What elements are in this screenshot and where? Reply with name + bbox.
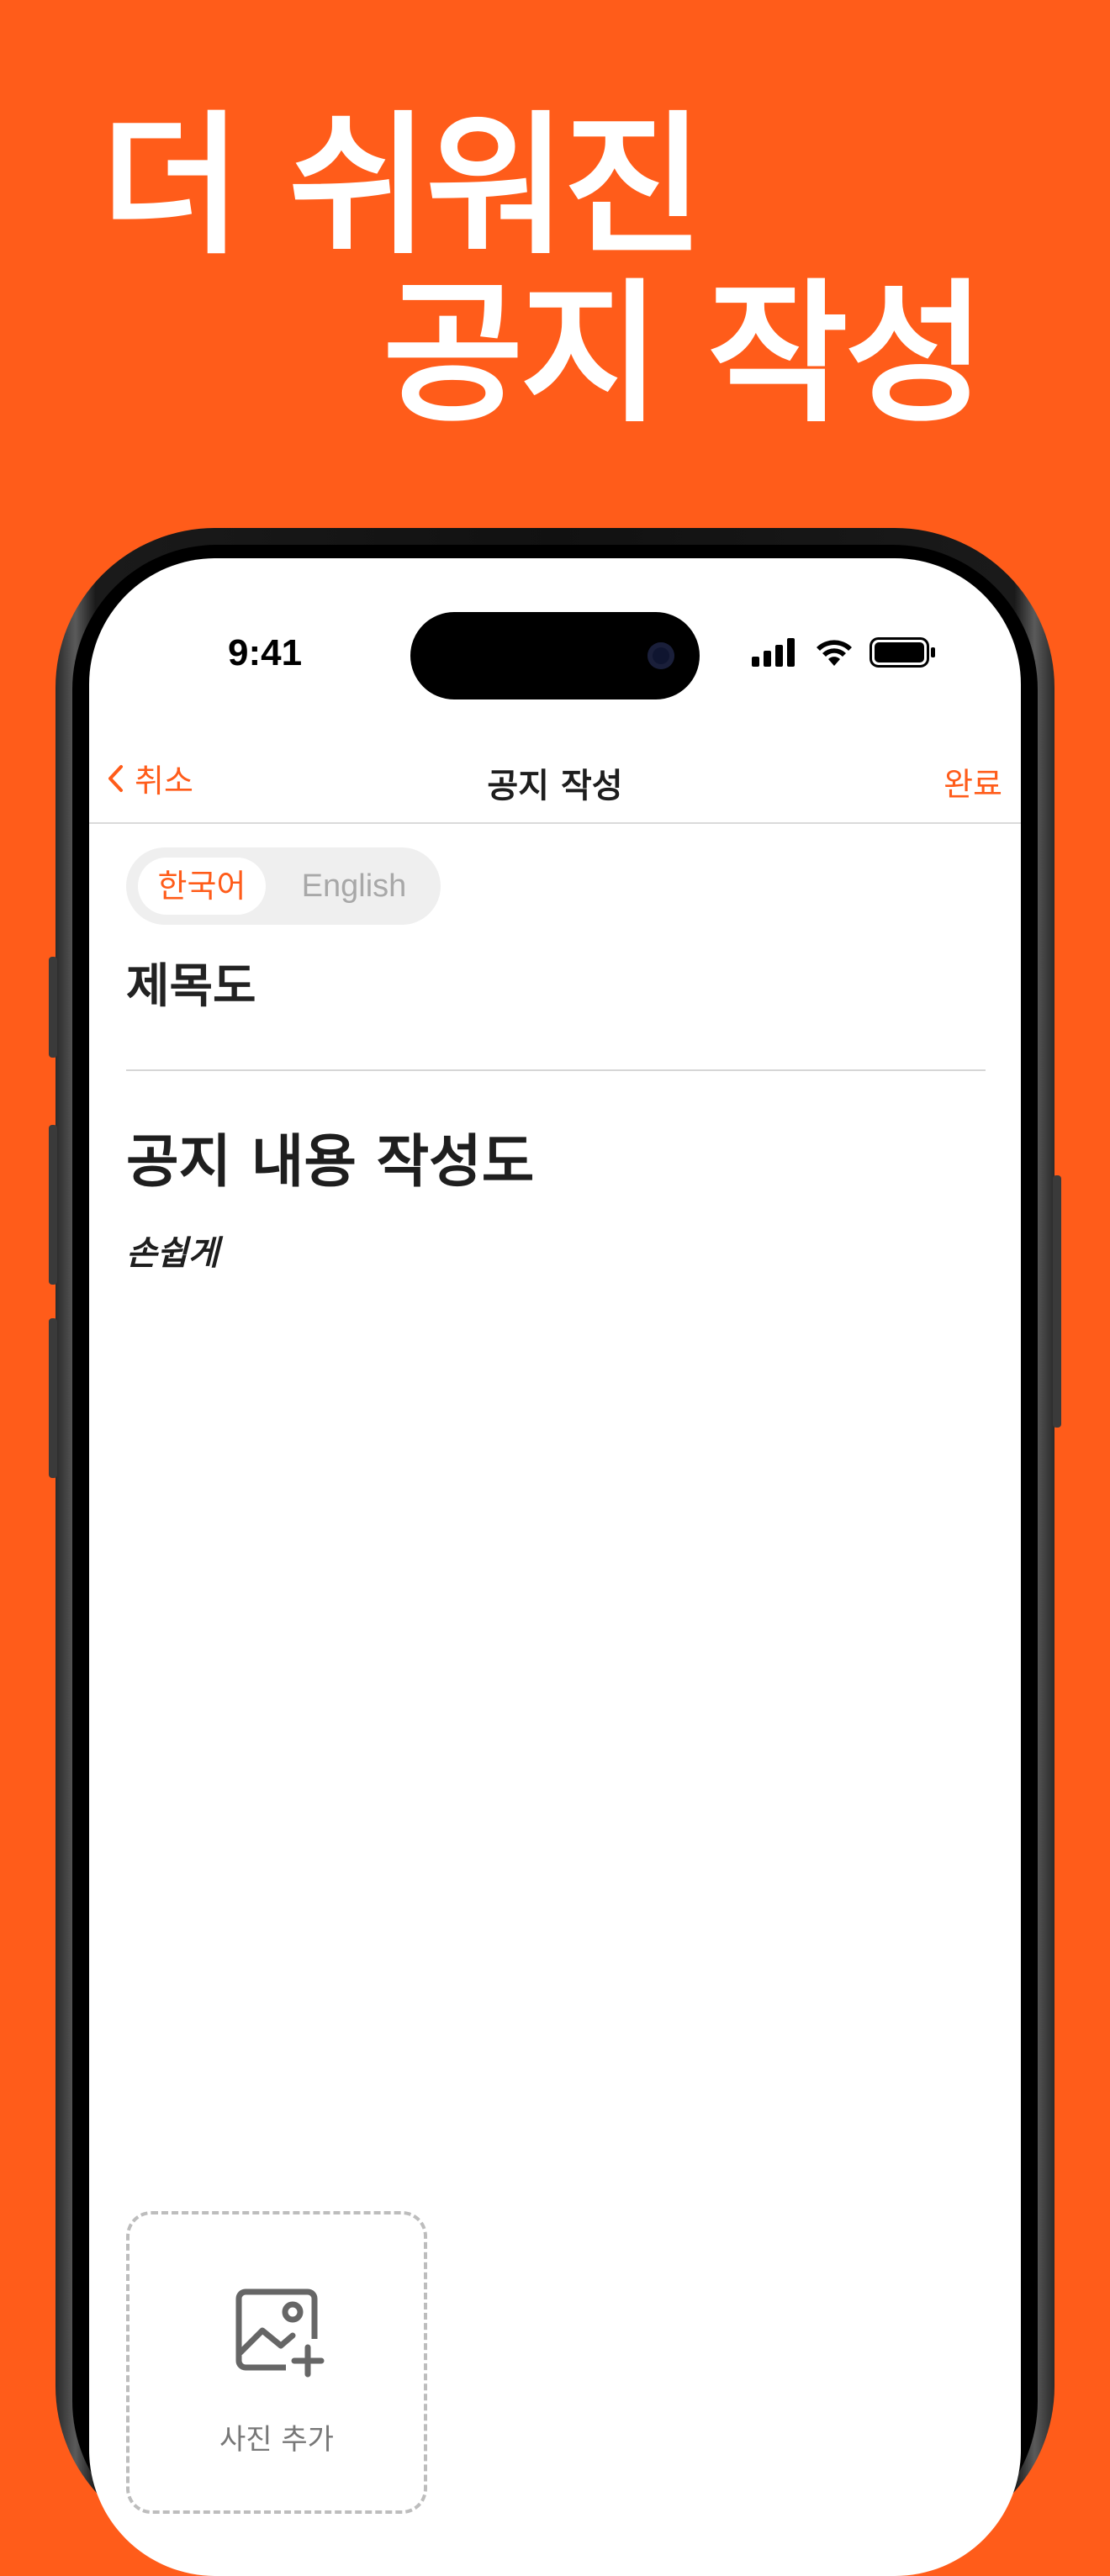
promo-headline: 더 쉬워진 공지 작성 <box>0 0 1110 471</box>
add-photo-icon <box>235 2288 325 2378</box>
action-button <box>49 957 57 1058</box>
title-field[interactable]: 제목도 <box>126 958 984 1015</box>
volume-down-button <box>49 1318 57 1478</box>
wifi-icon <box>817 640 852 666</box>
volume-up-button <box>49 1125 57 1285</box>
add-photo-button[interactable]: 사진 추가 <box>126 2211 427 2514</box>
content-editor-heading[interactable]: 공지 내용 작성도 <box>126 1128 534 1197</box>
phone-screen: 9:41 취소 공지 작성 완료 한국어 English 제목도 공지 내용 작… <box>89 558 1021 2576</box>
dynamic-island <box>410 612 700 699</box>
language-option-korean[interactable]: 한국어 <box>138 858 266 915</box>
language-toggle: 한국어 English <box>126 847 441 925</box>
content-editor-italic-text[interactable]: 손쉽게 <box>126 1226 219 1275</box>
status-time: 9:41 <box>228 632 303 673</box>
front-camera <box>648 642 674 669</box>
page-title: 공지 작성 <box>487 767 623 805</box>
done-button[interactable]: 완료 <box>944 758 1002 805</box>
add-photo-label: 사진 추가 <box>219 2423 334 2457</box>
headline-line-1: 더 쉬워진 <box>101 97 704 275</box>
power-button <box>1053 1175 1061 1428</box>
language-option-english[interactable]: English <box>274 858 434 915</box>
phone-frame: 9:41 취소 공지 작성 완료 한국어 English 제목도 공지 내용 작… <box>49 528 1061 2576</box>
title-divider <box>126 1069 986 1071</box>
cellular-signal-icon <box>752 638 795 667</box>
headline-line-2: 공지 작성 <box>383 265 986 443</box>
battery-icon <box>870 637 935 668</box>
nav-bar: 취소 공지 작성 완료 <box>89 735 1021 824</box>
status-icons <box>752 637 937 668</box>
